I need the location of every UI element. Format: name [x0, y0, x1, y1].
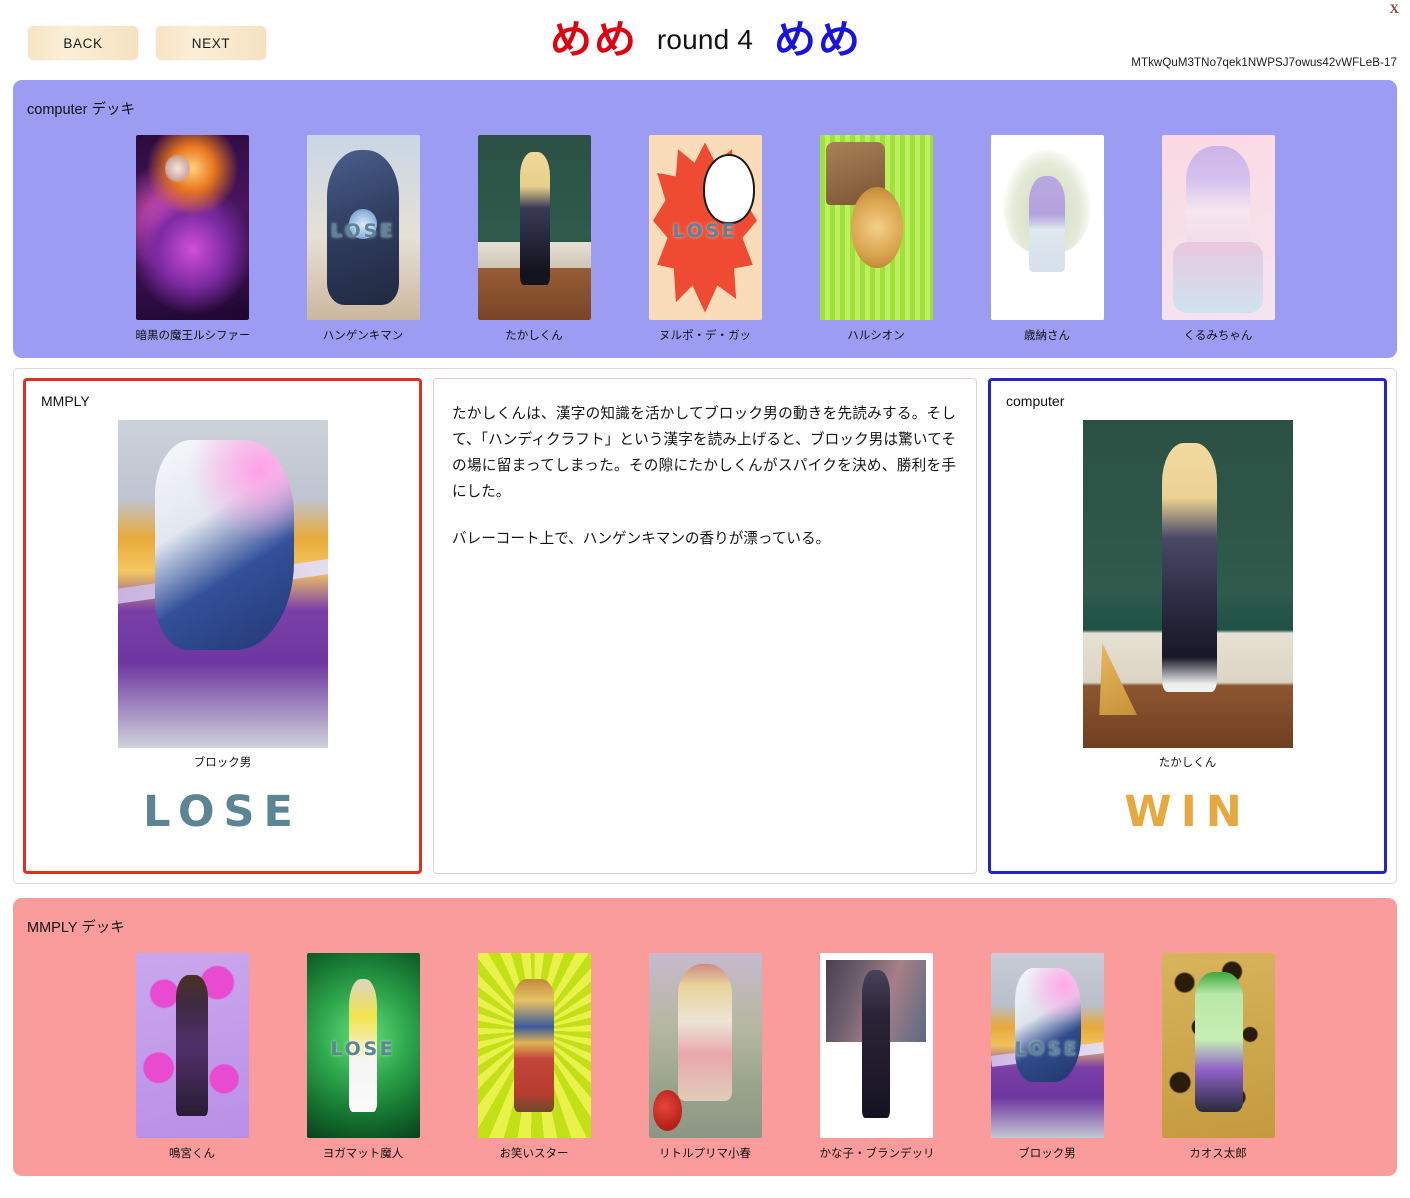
computer-deck-card-art: LOSE — [648, 135, 762, 320]
computer-deck-card-list: 暗黒の魔王ルシファー LOSE ハンゲンキマン たかしくん LOSE ヌルポ・デ・ガッ ハル… — [13, 135, 1397, 343]
score-pip-red-icon: め — [593, 17, 636, 63]
computer-deck-card[interactable]: LOSE ヌルポ・デ・ガッ — [648, 135, 762, 343]
block-art — [990, 953, 1104, 1138]
computer-deck-card-name: 暗黒の魔王ルシファー — [135, 330, 251, 342]
computer-deck-card-name: 歳納さん — [1024, 330, 1070, 342]
battle-side-player: MMPLY LOSE ブロック男 LOSE — [23, 378, 422, 874]
computer-deck-panel: computer デッキ 暗黒の魔王ルシファー LOSE ハンゲンキマン たかしくん L… — [13, 80, 1397, 358]
computer-deck-card-name: くるみちゃん — [1183, 330, 1253, 342]
computer-deck-card-art: LOSE — [306, 135, 420, 320]
player-deck-card-art — [1161, 953, 1275, 1138]
computer-deck-card[interactable]: くるみちゃん — [1161, 135, 1275, 343]
nav-button-group: BACK NEXT — [28, 26, 266, 60]
computer-deck-card-art — [1161, 135, 1275, 320]
computer-outcome: WIN — [1124, 787, 1251, 837]
back-button[interactable]: BACK — [28, 26, 138, 60]
lucifer-art — [135, 135, 249, 320]
player-battle-card-art: LOSE — [117, 420, 328, 748]
close-icon[interactable]: X — [1390, 2, 1399, 15]
yoga-art — [306, 953, 420, 1138]
player-deck-card[interactable]: かな子・ブランデッリ — [819, 953, 935, 1161]
player-deck-card-name: ブロック男 — [1018, 1148, 1076, 1160]
player-outcome: LOSE — [143, 787, 302, 837]
player-deck-card-name: 鳴宮くん — [169, 1148, 215, 1160]
player-battle-card-name: ブロック男 — [193, 757, 252, 769]
hangen-art — [306, 135, 420, 320]
player-battle-card[interactable]: LOSE ブロック男 — [117, 420, 328, 770]
player-deck-card[interactable]: お笑いスター — [477, 953, 591, 1161]
battle-area: MMPLY LOSE ブロック男 LOSE たかしくんは、漢字の知識を活かしてブ… — [13, 368, 1397, 884]
narration-paragraph-2: バレーコート上で、ハンゲンキマンの香りが漂っている。 — [452, 530, 831, 548]
koharu-art — [648, 953, 762, 1138]
player-deck-card-name: お笑いスター — [499, 1148, 569, 1160]
computer-deck-card-art — [477, 135, 591, 320]
block-otoko-volleyball-art — [117, 420, 328, 748]
narumiya-art — [135, 953, 249, 1138]
computer-deck-card-art — [135, 135, 249, 320]
owarai-art — [477, 953, 591, 1138]
score-pip-blue-icon: め — [774, 17, 817, 63]
next-button[interactable]: NEXT — [156, 26, 266, 60]
player-deck-card-art — [135, 953, 249, 1138]
header-bar: X BACK NEXT めめ round 4 めめ MTkwQuM3TNo7qe… — [0, 0, 1410, 78]
computer-side-label: computer — [1006, 393, 1065, 409]
player-deck-card-name: かな子・ブランデッリ — [819, 1148, 935, 1160]
kanako-art — [819, 953, 933, 1138]
player-score-pips: めめ — [774, 17, 861, 63]
player-deck-card-art: LOSE — [306, 953, 420, 1138]
battle-narration-panel: たかしくんは、漢字の知識を活かしてブロック男の動きを先読みする。そして、「ハンデ… — [433, 378, 977, 874]
player-deck-card-name: ヨガマット魔人 — [322, 1148, 404, 1160]
player-deck-card-art: LOSE — [990, 953, 1104, 1138]
player-deck-card-name: リトルプリマ小春 — [659, 1148, 751, 1160]
computer-deck-card[interactable]: 暗黒の魔王ルシファー — [135, 135, 251, 343]
computer-deck-card[interactable]: たかしくん — [477, 135, 591, 343]
player-deck-card[interactable]: カオス太郎 — [1161, 953, 1275, 1161]
chaos-art — [1161, 953, 1275, 1138]
halcyon-art — [819, 135, 933, 320]
session-id: MTkwQuM3TNo7qek1NWPSJ7owus42vWFLeB-17 — [1131, 57, 1397, 69]
player-side-label: MMPLY — [41, 393, 90, 409]
takashi-art — [477, 135, 591, 320]
player-deck-card-art — [819, 953, 933, 1138]
takashi-kun-classroom-art — [1082, 420, 1293, 748]
computer-deck-title: computer デッキ — [27, 102, 135, 118]
computer-battle-card-name: たかしくん — [1158, 757, 1217, 769]
computer-battle-card-art — [1082, 420, 1293, 748]
computer-deck-card-art — [819, 135, 933, 320]
computer-deck-card-name: たかしくん — [505, 330, 563, 342]
computer-deck-card-name: ハンゲンキマン — [322, 330, 404, 342]
computer-deck-card[interactable]: ハルシオン — [819, 135, 933, 343]
kurumi-art — [1161, 135, 1275, 320]
narration-paragraph-1: たかしくんは、漢字の知識を活かしてブロック男の動きを先読みする。そして、「ハンデ… — [452, 405, 956, 500]
player-deck-title: MMPLY デッキ — [27, 920, 125, 936]
player-deck-card-art — [477, 953, 591, 1138]
player-deck-card-list: 鳴宮くん LOSE ヨガマット魔人 お笑いスター リトルプリマ小春 かな子・ブランデッリ L… — [13, 953, 1397, 1161]
saino-art — [990, 135, 1104, 320]
round-label: round 4 — [656, 24, 754, 55]
computer-deck-card[interactable]: 歳納さん — [990, 135, 1104, 343]
player-deck-card[interactable]: LOSE ヨガマット魔人 — [306, 953, 420, 1161]
game-screen: X BACK NEXT めめ round 4 めめ MTkwQuM3TNo7qe… — [0, 0, 1410, 1198]
computer-deck-card-art — [990, 135, 1104, 320]
computer-score-pips: めめ — [549, 17, 636, 63]
computer-deck-card-name: ヌルポ・デ・ガッ — [659, 330, 751, 342]
player-deck-card-art — [648, 953, 762, 1138]
computer-deck-card-name: ハルシオン — [847, 330, 905, 342]
computer-battle-card[interactable]: たかしくん — [1082, 420, 1293, 770]
score-pip-red-icon: め — [549, 17, 592, 63]
player-deck-card[interactable]: 鳴宮くん — [135, 953, 249, 1161]
battle-side-computer: computer たかしくん WIN — [988, 378, 1387, 874]
player-deck-card[interactable]: リトルプリマ小春 — [648, 953, 762, 1161]
computer-deck-card[interactable]: LOSE ハンゲンキマン — [306, 135, 420, 343]
player-deck-card[interactable]: LOSE ブロック男 — [990, 953, 1104, 1161]
score-pip-blue-icon: め — [818, 17, 861, 63]
player-deck-card-name: カオス太郎 — [1189, 1148, 1247, 1160]
nurupo-art — [648, 135, 762, 320]
player-deck-panel: MMPLY デッキ 鳴宮くん LOSE ヨガマット魔人 お笑いスター リトルプリマ小春 か… — [13, 898, 1397, 1176]
